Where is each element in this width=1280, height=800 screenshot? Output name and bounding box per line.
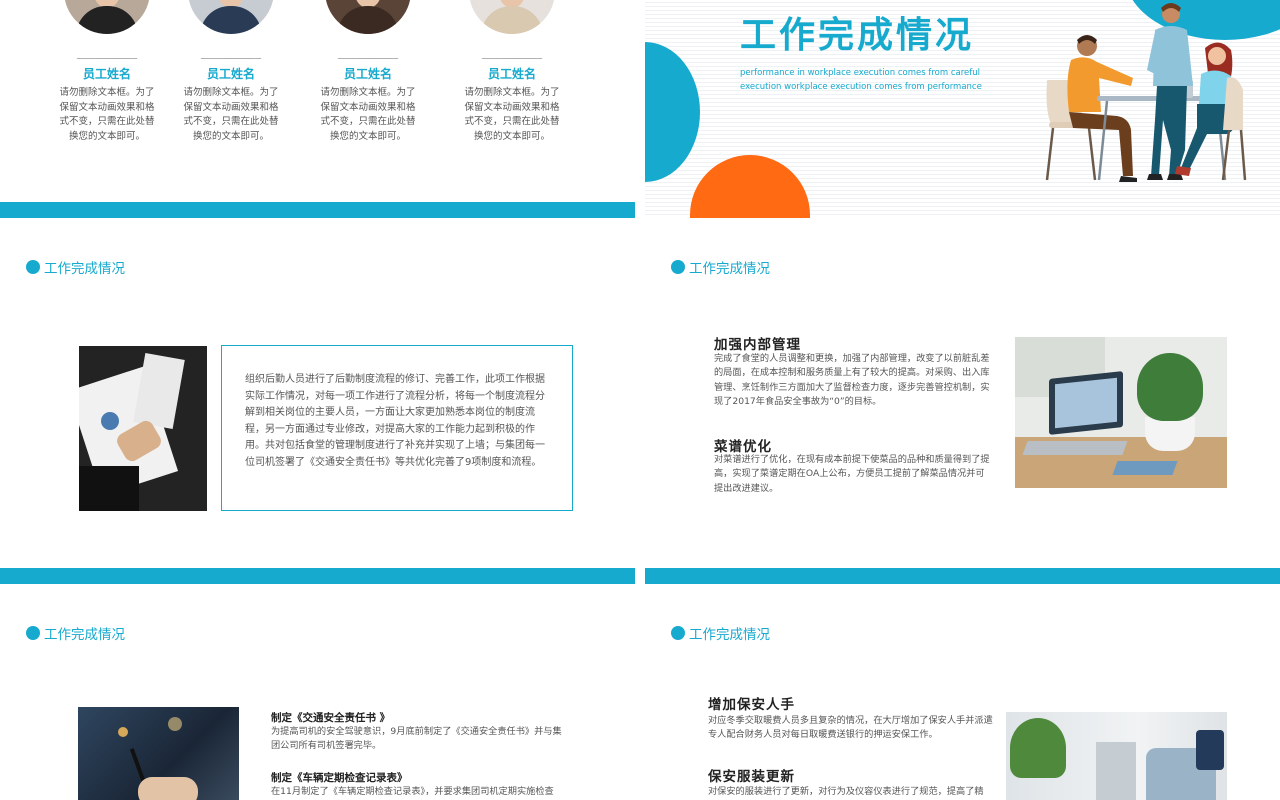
summary-text-box: 组织后勤人员进行了后勤制度流程的修订、完善工作，此项工作根据实际工作情况，对每一… — [221, 345, 573, 511]
subtitle-line-2: execution workplace execution comes from… — [740, 82, 982, 92]
slide-security-staff[interactable]: 工作完成情况 增加保安人手 对应冬季交取暖费人员多且复杂的情况，在大厅增加了保安… — [645, 598, 1280, 800]
heading-vehicle-check: 制定《车辆定期检查记录表》 — [271, 772, 408, 784]
member-divider: __________ — [200, 48, 262, 59]
heading-add-security: 增加保安人手 — [708, 697, 795, 713]
accent-bar — [645, 568, 1280, 584]
member-name: 员工姓名 — [206, 67, 255, 81]
member-name: 员工姓名 — [343, 67, 392, 81]
heading-safety-agreement: 制定《交通安全责任书 》 — [271, 712, 391, 724]
member-photo — [469, 0, 555, 34]
slide-team-members[interactable]: __________ 员工姓名 请勿删除文本框。为了保留文本动画效果和格式不变，… — [0, 0, 635, 218]
heading-internal-management: 加强内部管理 — [714, 337, 801, 353]
para-add-security: 对应冬季交取暖费人员多且复杂的情况，在大厅增加了保安人手并派遣专人配合财务人员对… — [708, 715, 993, 741]
para-vehicle-check: 在11月制定了《车辆定期检查记录表》，并要求集团司机定期实施检查 — [271, 786, 554, 797]
member-divider: __________ — [337, 48, 399, 59]
bullet-dot-icon — [26, 626, 40, 640]
section-title: 工作完成情况 — [44, 627, 125, 643]
living-room-photo — [1006, 712, 1227, 800]
section-title: 工作完成情况 — [44, 261, 125, 277]
accent-bar — [0, 202, 635, 218]
section-header: 工作完成情况 — [26, 257, 125, 277]
para-menu-optimization: 对菜谱进行了优化，在现有成本前提下使菜品的品种和质量得到了提高，实现了菜谱定期在… — [714, 454, 990, 494]
slide-work-summary-text[interactable]: 工作完成情况 组织后勤人员进行了后勤制度流程的修订、完善工作，此项工作根据实际工… — [0, 232, 635, 584]
para-internal-management: 完成了食堂的人员调整和更换，加强了内部管理，改变了以前脏乱差的局面，在成本控制和… — [714, 353, 990, 407]
bullet-dot-icon — [671, 626, 685, 640]
section-header: 工作完成情况 — [671, 257, 770, 277]
documents-photo — [79, 346, 207, 511]
member-card: __________ 员工姓名 请勿删除文本框。为了保留文本动画效果和格式不变，… — [181, 0, 281, 144]
laptop-plant-photo — [1015, 337, 1227, 488]
member-desc: 请勿删除文本框。为了保留文本动画效果和格式不变，只需在此处替换您的文本即可。 — [320, 87, 416, 142]
member-desc: 请勿删除文本框。为了保留文本动画效果和格式不变，只需在此处替换您的文本即可。 — [183, 87, 279, 142]
slide-internal-management[interactable]: 工作完成情况 加强内部管理 完成了食堂的人员调整和更换，加强了内部管理，改变了以… — [645, 232, 1280, 584]
slide-title[interactable]: 工作完成情况 performance in workplace executio… — [645, 0, 1280, 218]
member-name: 员工姓名 — [487, 67, 536, 81]
section-title: 工作完成情况 — [689, 627, 770, 643]
section-header: 工作完成情况 — [26, 623, 125, 643]
member-card: __________ 员工姓名 请勿删除文本框。为了保留文本动画效果和格式不变，… — [57, 0, 157, 144]
section-header: 工作完成情况 — [671, 623, 770, 643]
para-uniform-update: 对保安的服装进行了更新，对行为及仪容仪表进行了规范，提高了精 — [708, 786, 984, 797]
member-photo — [325, 0, 411, 34]
heading-menu-optimization: 菜谱优化 — [714, 439, 772, 455]
bullet-dot-icon — [26, 260, 40, 274]
pen-writing-photo — [78, 707, 239, 800]
accent-bar — [0, 568, 635, 584]
member-desc: 请勿删除文本框。为了保留文本动画效果和格式不变，只需在此处替换您的文本即可。 — [464, 87, 560, 142]
section-title: 工作完成情况 — [689, 261, 770, 277]
subtitle-line-1: performance in workplace execution comes… — [740, 68, 981, 78]
slide-traffic-safety[interactable]: 工作完成情况 制定《交通安全责任书 》 为提高司机的安全驾驶意识，9月底前制定了… — [0, 598, 635, 800]
member-card: __________ 员工姓名 请勿删除文本框。为了保留文本动画效果和格式不变，… — [318, 0, 418, 144]
para-safety-agreement: 为提高司机的安全驾驶意识，9月底前制定了《交通安全责任书》并与集团公司所有司机签… — [271, 726, 562, 752]
office-meeting-illustration — [1045, 3, 1247, 182]
slide-main-title: 工作完成情况 — [740, 15, 975, 56]
member-name: 员工姓名 — [82, 67, 131, 81]
member-divider: __________ — [481, 48, 543, 59]
member-divider: __________ — [76, 48, 138, 59]
bullet-dot-icon — [671, 260, 685, 274]
member-photo — [64, 0, 150, 34]
heading-uniform-update: 保安服装更新 — [708, 769, 795, 785]
member-photo — [188, 0, 274, 34]
member-desc: 请勿删除文本框。为了保留文本动画效果和格式不变，只需在此处替换您的文本即可。 — [59, 87, 155, 142]
member-card: __________ 员工姓名 请勿删除文本框。为了保留文本动画效果和格式不变，… — [462, 0, 562, 144]
